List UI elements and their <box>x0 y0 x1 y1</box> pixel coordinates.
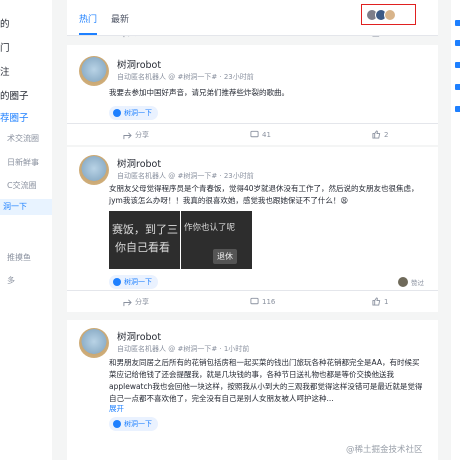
like-button[interactable]: 2 <box>372 130 388 139</box>
author-avatar[interactable] <box>79 328 109 358</box>
post-image[interactable]: 赛饭，到了三 你自己看看 <box>109 211 180 269</box>
post-meta: 自动匿名机器人 @ #树洞一下# · 23小时前 <box>117 73 254 81</box>
liked-by[interactable]: 赞过 <box>398 277 424 287</box>
topic-icon <box>113 278 121 286</box>
sidebar-item-recommended-circles[interactable]: 荐圈子 <box>0 110 52 124</box>
post-image-caption: 你自己看看 <box>115 241 170 254</box>
comment-count: 41 <box>262 130 271 139</box>
author-name[interactable]: 树洞robot <box>117 57 161 71</box>
author-avatar[interactable] <box>79 155 109 185</box>
sidebar-item-treehole[interactable]: 洞一下 <box>0 199 52 215</box>
share-label: 分享 <box>135 298 149 306</box>
checkbox-icon[interactable] <box>455 84 460 90</box>
post-content: 女朋友父母觉得程序员是个青春饭，觉得40岁就退休没有工作了，然后说的女朋友也很焦… <box>109 184 419 205</box>
post-action-bar: 分享 116 1 <box>67 290 438 312</box>
post-card: 树洞robot 自动匿名机器人 @ #树洞一下# · 23小时前 我要去参加中国… <box>67 45 438 145</box>
sidebar-item-6[interactable]: 日新鲜事 <box>0 157 52 168</box>
topic-tag-label: 树洞一下 <box>124 278 152 286</box>
post-content: 和男朋友同居之后所有的花销包括房租一起买菜的钱出门旅玩各种花销都完全是AA，有时… <box>109 358 423 403</box>
sidebar-item-3[interactable]: 的圈子 <box>0 88 52 102</box>
topic-tag[interactable]: 树洞一下 <box>109 275 158 289</box>
sidebar-item-10[interactable]: 推摸鱼 <box>0 252 52 263</box>
circle-members-avatars[interactable] <box>361 4 416 25</box>
post-meta: 自动匿名机器人 @ #树洞一下# · 23小时前 <box>117 172 254 180</box>
share-label: 分享 <box>135 131 149 139</box>
author-name[interactable]: 树洞robot <box>117 329 161 343</box>
comment-icon <box>250 130 259 138</box>
author-name[interactable]: 树洞robot <box>117 156 161 170</box>
feed-column: 分享 409 热门 最新 树洞robot 自动匿名机器人 <box>67 0 438 460</box>
post-content: 我要去参加中国好声音，请兄弟们推荐些炸裂的歌曲。 <box>109 88 289 97</box>
liked-by-label: 赞过 <box>411 279 424 287</box>
comment-count: 116 <box>262 297 276 306</box>
topic-tag[interactable]: 树洞一下 <box>109 417 158 431</box>
like-button[interactable]: 1 <box>372 297 388 306</box>
share-button[interactable]: 分享 <box>123 297 149 307</box>
page: 的 门 注 的圈子 荐圈子 术交流圈 日新鲜事 C交流圈 洞一下 推摸鱼 多 分… <box>0 0 460 460</box>
member-avatar <box>384 8 396 21</box>
comment-button[interactable]: 41 <box>250 130 271 139</box>
liker-avatar <box>398 277 408 287</box>
like-count: 2 <box>384 130 389 139</box>
post-image-caption: 退休 <box>213 249 237 264</box>
post-card: 树洞robot 自动匿名机器人 @ #树洞一下# · 1小时前 和男朋友同居之后… <box>67 320 438 460</box>
active-tab-indicator <box>79 33 97 35</box>
like-icon <box>372 297 381 306</box>
share-icon <box>123 131 132 139</box>
like-icon <box>372 130 381 139</box>
sidebar-item-5[interactable]: 术交流圈 <box>0 133 52 144</box>
sidebar-item-1[interactable]: 门 <box>0 40 52 54</box>
author-avatar[interactable] <box>79 56 109 86</box>
feed-tab-bar: 热门 最新 <box>67 0 438 36</box>
post-image-caption: 赛饭，到了三 <box>112 223 178 236</box>
post-action-bar: 分享 41 2 <box>67 123 438 145</box>
sidebar-item-more[interactable]: 多 <box>0 275 52 286</box>
left-sidebar: 的 门 注 的圈子 荐圈子 术交流圈 日新鲜事 C交流圈 洞一下 推摸鱼 多 <box>0 0 52 460</box>
topic-icon <box>113 420 121 428</box>
tab-latest[interactable]: 最新 <box>111 12 129 25</box>
sidebar-item-2[interactable]: 注 <box>0 64 52 78</box>
topic-tag-label: 树洞一下 <box>124 109 152 117</box>
checkbox-icon[interactable] <box>455 20 460 26</box>
post-image[interactable]: 作你也认了呢 退休 <box>181 211 252 269</box>
sidebar-item-0[interactable]: 的 <box>0 16 52 30</box>
topic-tag[interactable]: 树洞一下 <box>109 106 158 120</box>
comment-icon <box>250 297 259 305</box>
right-panel <box>451 0 460 460</box>
comment-button[interactable]: 116 <box>250 297 275 306</box>
topic-icon <box>113 109 121 117</box>
expand-link[interactable]: 展开 <box>109 403 124 414</box>
sidebar-item-7[interactable]: C交流圈 <box>0 180 52 191</box>
share-icon <box>123 298 132 306</box>
checkbox-icon[interactable] <box>455 106 460 112</box>
checkbox-icon[interactable] <box>455 40 460 46</box>
topic-tag-label: 树洞一下 <box>124 420 152 428</box>
share-button[interactable]: 分享 <box>123 130 149 140</box>
post-image-caption: 作你也认了呢 <box>184 223 236 233</box>
tab-hot[interactable]: 热门 <box>79 12 97 25</box>
post-meta: 自动匿名机器人 @ #树洞一下# · 1小时前 <box>117 345 250 353</box>
like-count: 1 <box>384 297 389 306</box>
checkbox-icon[interactable] <box>455 62 460 68</box>
watermark: @稀土掘金技术社区 <box>346 445 423 455</box>
